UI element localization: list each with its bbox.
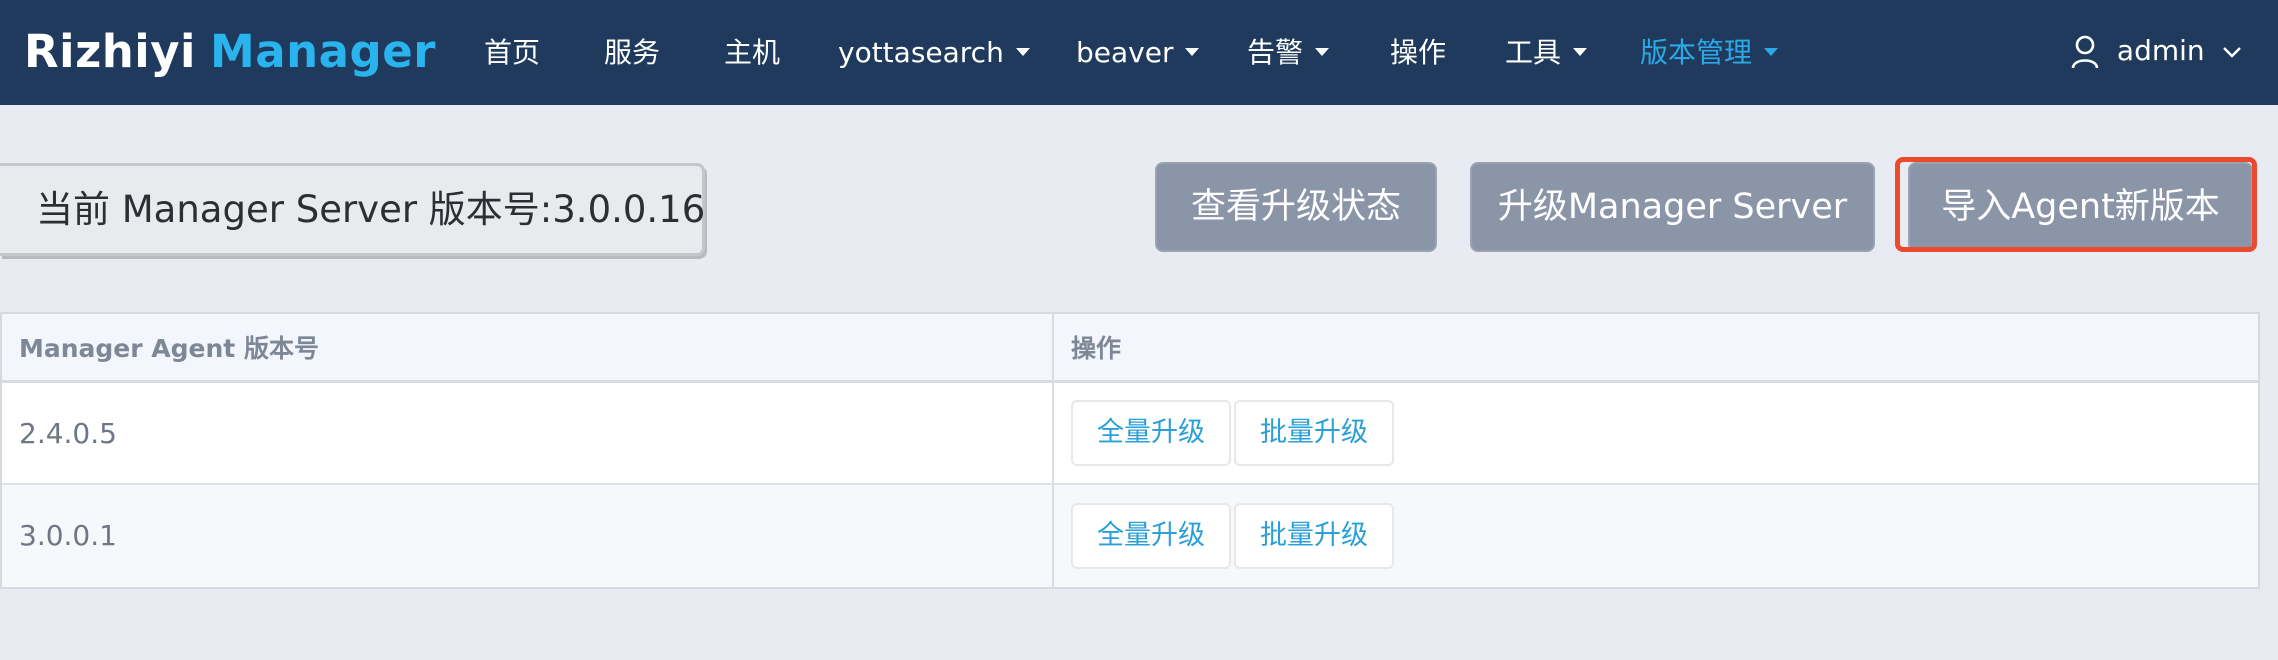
nav-item-label: 主机 [724,36,781,69]
nav-item-yottasearch[interactable]: yottasearch [838,30,1030,75]
caret-down-icon [1573,48,1588,56]
nav-item-hosts[interactable]: 主机 [724,30,780,75]
column-header-operations: 操作 [1071,334,1122,363]
current-server-version: 当前 Manager Server 版本号:3.0.0.16 [0,163,705,256]
nav-item-label: 操作 [1390,36,1447,69]
brand-logo[interactable]: Rizhiyi Manager [24,22,436,82]
agent-version-table: Manager Agent 版本号 操作 2.4.0.5 全量升级 批量升级 3… [0,312,2260,589]
user-name: admin [2116,34,2205,67]
operations-cell: 全量升级 批量升级 [1054,383,2258,483]
table-header: Manager Agent 版本号 操作 [2,314,2258,383]
chevron-down-icon [2222,34,2242,67]
table-row: 3.0.0.1 全量升级 批量升级 [2,485,2258,587]
caret-down-icon [1764,48,1779,56]
caret-down-icon [1015,48,1030,56]
nav-item-label: beaver [1076,36,1174,69]
agent-version-cell: 2.4.0.5 [2,383,1054,483]
nav-item-version-management[interactable]: 版本管理 [1640,30,1779,75]
batch-upgrade-button[interactable]: 批量升级 [1234,503,1394,569]
nav-item-operations[interactable]: 操作 [1390,30,1446,75]
nav-item-label: 工具 [1505,36,1562,69]
nav-item-label: 服务 [604,36,661,69]
nav-item-label: 首页 [484,36,541,69]
table-row: 2.4.0.5 全量升级 批量升级 [2,383,2258,485]
user-icon [2070,34,2109,69]
column-header-agent-version: Manager Agent 版本号 [2,314,1054,380]
user-menu[interactable]: admin [2070,28,2242,73]
nav-item-services[interactable]: 服务 [604,30,660,75]
brand-product: Manager [210,25,436,78]
nav-item-label: 版本管理 [1640,36,1753,69]
upgrade-manager-server-button[interactable]: 升级Manager Server [1470,162,1875,252]
nav-item-label: yottasearch [838,36,1004,69]
operations-cell: 全量升级 批量升级 [1054,485,2258,587]
agent-version-cell: 3.0.0.1 [2,485,1054,587]
batch-upgrade-button[interactable]: 批量升级 [1234,400,1394,466]
nav-item-alerts[interactable]: 告警 [1247,30,1330,75]
top-navbar: Rizhiyi Manager 首页 服务 主机 yottasearch beav… [0,0,2278,105]
full-upgrade-button[interactable]: 全量升级 [1071,400,1231,466]
full-upgrade-button[interactable]: 全量升级 [1071,503,1231,569]
highlight-annotation [1895,157,2257,252]
nav-item-label: 告警 [1247,36,1304,69]
nav-item-beaver[interactable]: beaver [1076,30,1200,75]
caret-down-icon [1315,48,1330,56]
brand-name: Rizhiyi [24,25,196,78]
nav-item-tools[interactable]: 工具 [1505,30,1588,75]
caret-down-icon [1185,48,1200,56]
view-upgrade-status-button[interactable]: 查看升级状态 [1155,162,1437,252]
nav-item-home[interactable]: 首页 [484,30,540,75]
